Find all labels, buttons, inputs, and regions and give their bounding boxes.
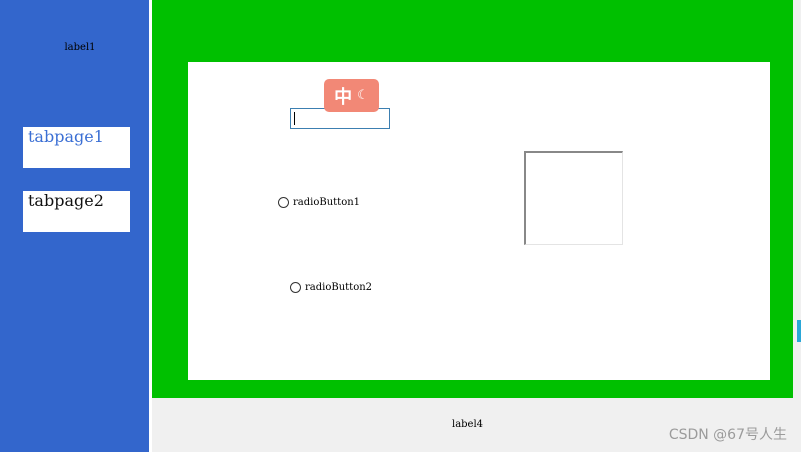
- moon-icon: ☾: [357, 88, 369, 103]
- radio-circle-icon[interactable]: [290, 282, 301, 293]
- picture-box: [524, 151, 623, 245]
- tab-tabpage2[interactable]: tabpage2: [23, 191, 130, 232]
- footer-label: label4: [452, 419, 484, 430]
- sidebar-label: label1: [64, 42, 96, 53]
- text-caret: [294, 112, 295, 125]
- ime-mode-label: 中: [334, 86, 353, 108]
- watermark: CSDN @67号人生: [668, 427, 787, 443]
- radio-button-1-label: radioButton1: [293, 197, 361, 208]
- tab-tabpage1[interactable]: tabpage1: [23, 127, 130, 168]
- edge-accent: [797, 320, 801, 342]
- radio-circle-icon[interactable]: [278, 197, 289, 208]
- radio-button-2-label: radioButton2: [305, 282, 373, 293]
- tab-page-content: [188, 62, 770, 380]
- sidebar: label1 tabpage1 tabpage2: [0, 0, 149, 452]
- radio-button-2[interactable]: radioButton2: [290, 282, 372, 293]
- radio-button-1[interactable]: radioButton1: [278, 197, 360, 208]
- ime-indicator[interactable]: 中 ☾: [324, 79, 379, 112]
